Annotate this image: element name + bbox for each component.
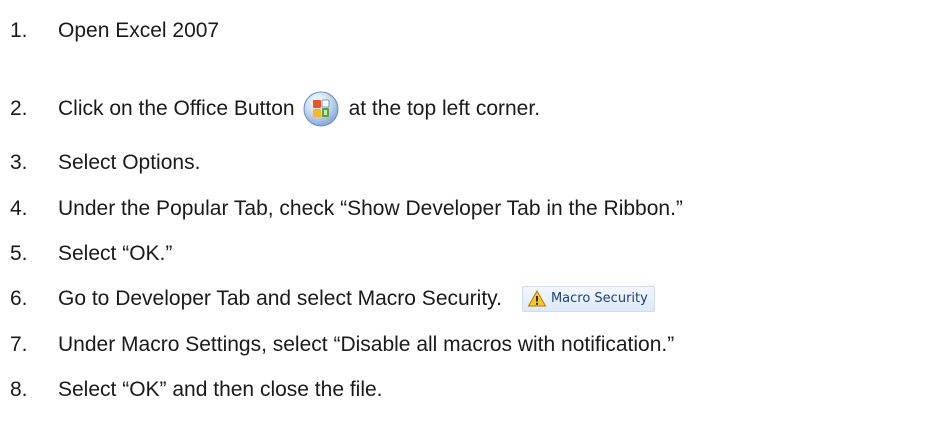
step-5: 5. Select “OK.” (10, 239, 172, 269)
step-text-continued: at the top left corner. (348, 97, 541, 120)
step-6: 6. Go to Developer Tab and select Macro … (10, 284, 655, 314)
step-1: 1. Open Excel 2007 (10, 16, 219, 46)
step-3: 3. Select Options. (10, 148, 200, 178)
step-text: Click on the Office Button (58, 97, 295, 120)
step-4: 4. Under the Popular Tab, check “Show De… (10, 194, 683, 224)
step-number: 4. (10, 197, 28, 220)
step-text: Under Macro Settings, select “Disable al… (58, 333, 675, 356)
warning-shield-icon (527, 289, 547, 307)
instruction-list: 1. Open Excel 2007 2. Click on the Offic… (0, 0, 937, 425)
office-button-icon (303, 91, 339, 127)
step-number: 7. (10, 333, 28, 356)
step-text: Under the Popular Tab, check “Show Devel… (58, 197, 683, 220)
step-number: 5. (10, 242, 28, 265)
step-7: 7. Under Macro Settings, select “Disable… (10, 330, 674, 360)
step-number: 1. (10, 19, 28, 42)
step-number: 8. (10, 378, 28, 401)
step-number: 3. (10, 151, 28, 174)
macro-security-label: Macro Security (550, 291, 648, 306)
step-number: 6. (10, 287, 28, 310)
step-text: Select Options. (58, 151, 201, 174)
step-2: 2. Click on the Office Button at the top… (10, 91, 541, 127)
step-text: Open Excel 2007 (58, 19, 220, 42)
step-number: 2. (10, 97, 28, 120)
step-8: 8. Select “OK” and then close the file. (10, 375, 383, 405)
step-text: Go to Developer Tab and select Macro Sec… (58, 287, 502, 310)
step-text: Select “OK” and then close the file. (58, 378, 383, 401)
step-text: Select “OK.” (58, 242, 173, 265)
macro-security-button: Macro Security (521, 286, 655, 312)
